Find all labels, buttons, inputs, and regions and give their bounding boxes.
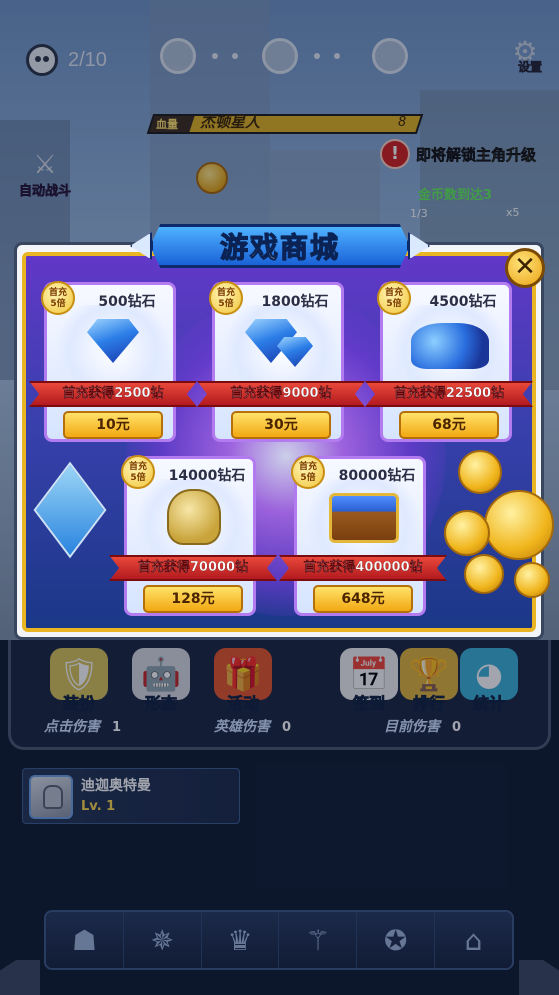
shop-item-1800[interactable]: 首充 5倍 1800钻石 首充获得9000钻 30元 [197, 281, 365, 442]
buy-button[interactable]: 128元 [143, 585, 243, 613]
coin-icon [484, 490, 554, 560]
banner-arrow-left [130, 232, 152, 260]
treasure-chest-icon [329, 493, 399, 543]
badge-line1: 首充 [128, 462, 147, 472]
bonus-ribbon: 首充获得22500钻 [365, 381, 533, 407]
bonus-ribbon: 首充获得70000钻 [109, 555, 277, 581]
item-title: 500钻石 [98, 294, 156, 310]
close-icon: ✕ [514, 252, 536, 282]
buy-button[interactable]: 68元 [399, 411, 499, 439]
banner-arrow-right [408, 232, 430, 260]
shop-item-80000[interactable]: 首充 5倍 80000钻石 首充获得400000钻 648元 [279, 455, 447, 616]
coin-icon [514, 562, 550, 598]
shop-item-4500[interactable]: 首充 5倍 4500钻石 首充获得22500钻 68元 [365, 281, 533, 442]
diamond-pile-icon [411, 323, 489, 369]
close-button[interactable]: ✕ [505, 248, 545, 288]
bonus-ribbon: 首充获得400000钻 [279, 555, 447, 581]
item-title: 80000钻石 [338, 468, 416, 484]
first-charge-badge: 首充 5倍 [291, 455, 325, 489]
badge-line1: 首充 [216, 288, 235, 298]
item-title: 1800钻石 [261, 294, 329, 310]
buy-button[interactable]: 648元 [313, 585, 413, 613]
badge-line2: 5倍 [50, 299, 66, 309]
badge-line1: 首充 [298, 462, 317, 472]
first-charge-badge: 首充 5倍 [209, 281, 243, 315]
badge-line2: 5倍 [386, 299, 402, 309]
badge-line1: 首充 [48, 288, 67, 298]
buy-button[interactable]: 10元 [63, 411, 163, 439]
coins-decoration-icon [444, 450, 559, 610]
badge-line2: 5倍 [300, 473, 316, 483]
item-title: 4500钻石 [429, 294, 497, 310]
buy-button[interactable]: 30元 [231, 411, 331, 439]
bonus-ribbon: 首充获得2500钻 [29, 381, 197, 407]
shop-item-14000[interactable]: 首充 5倍 14000钻石 首充获得70000钻 128元 [109, 455, 277, 616]
item-title: 14000钻石 [168, 468, 246, 484]
shop-item-500[interactable]: 首充 5倍 500钻石 首充获得2500钻 10元 [29, 281, 197, 442]
shop-title-banner: 游戏商城 [130, 222, 430, 270]
coin-icon [444, 510, 490, 556]
diamond-bag-icon [167, 489, 221, 545]
shop-title: 游戏商城 [219, 230, 340, 264]
bonus-ribbon: 首充获得9000钻 [197, 381, 365, 407]
badge-line1: 首充 [384, 288, 403, 298]
first-charge-badge: 首充 5倍 [377, 281, 411, 315]
badge-line2: 5倍 [218, 299, 234, 309]
coin-icon [464, 554, 504, 594]
first-charge-badge: 首充 5倍 [41, 281, 75, 315]
first-charge-badge: 首充 5倍 [121, 455, 155, 489]
badge-line2: 5倍 [130, 473, 146, 483]
coin-icon [458, 450, 502, 494]
